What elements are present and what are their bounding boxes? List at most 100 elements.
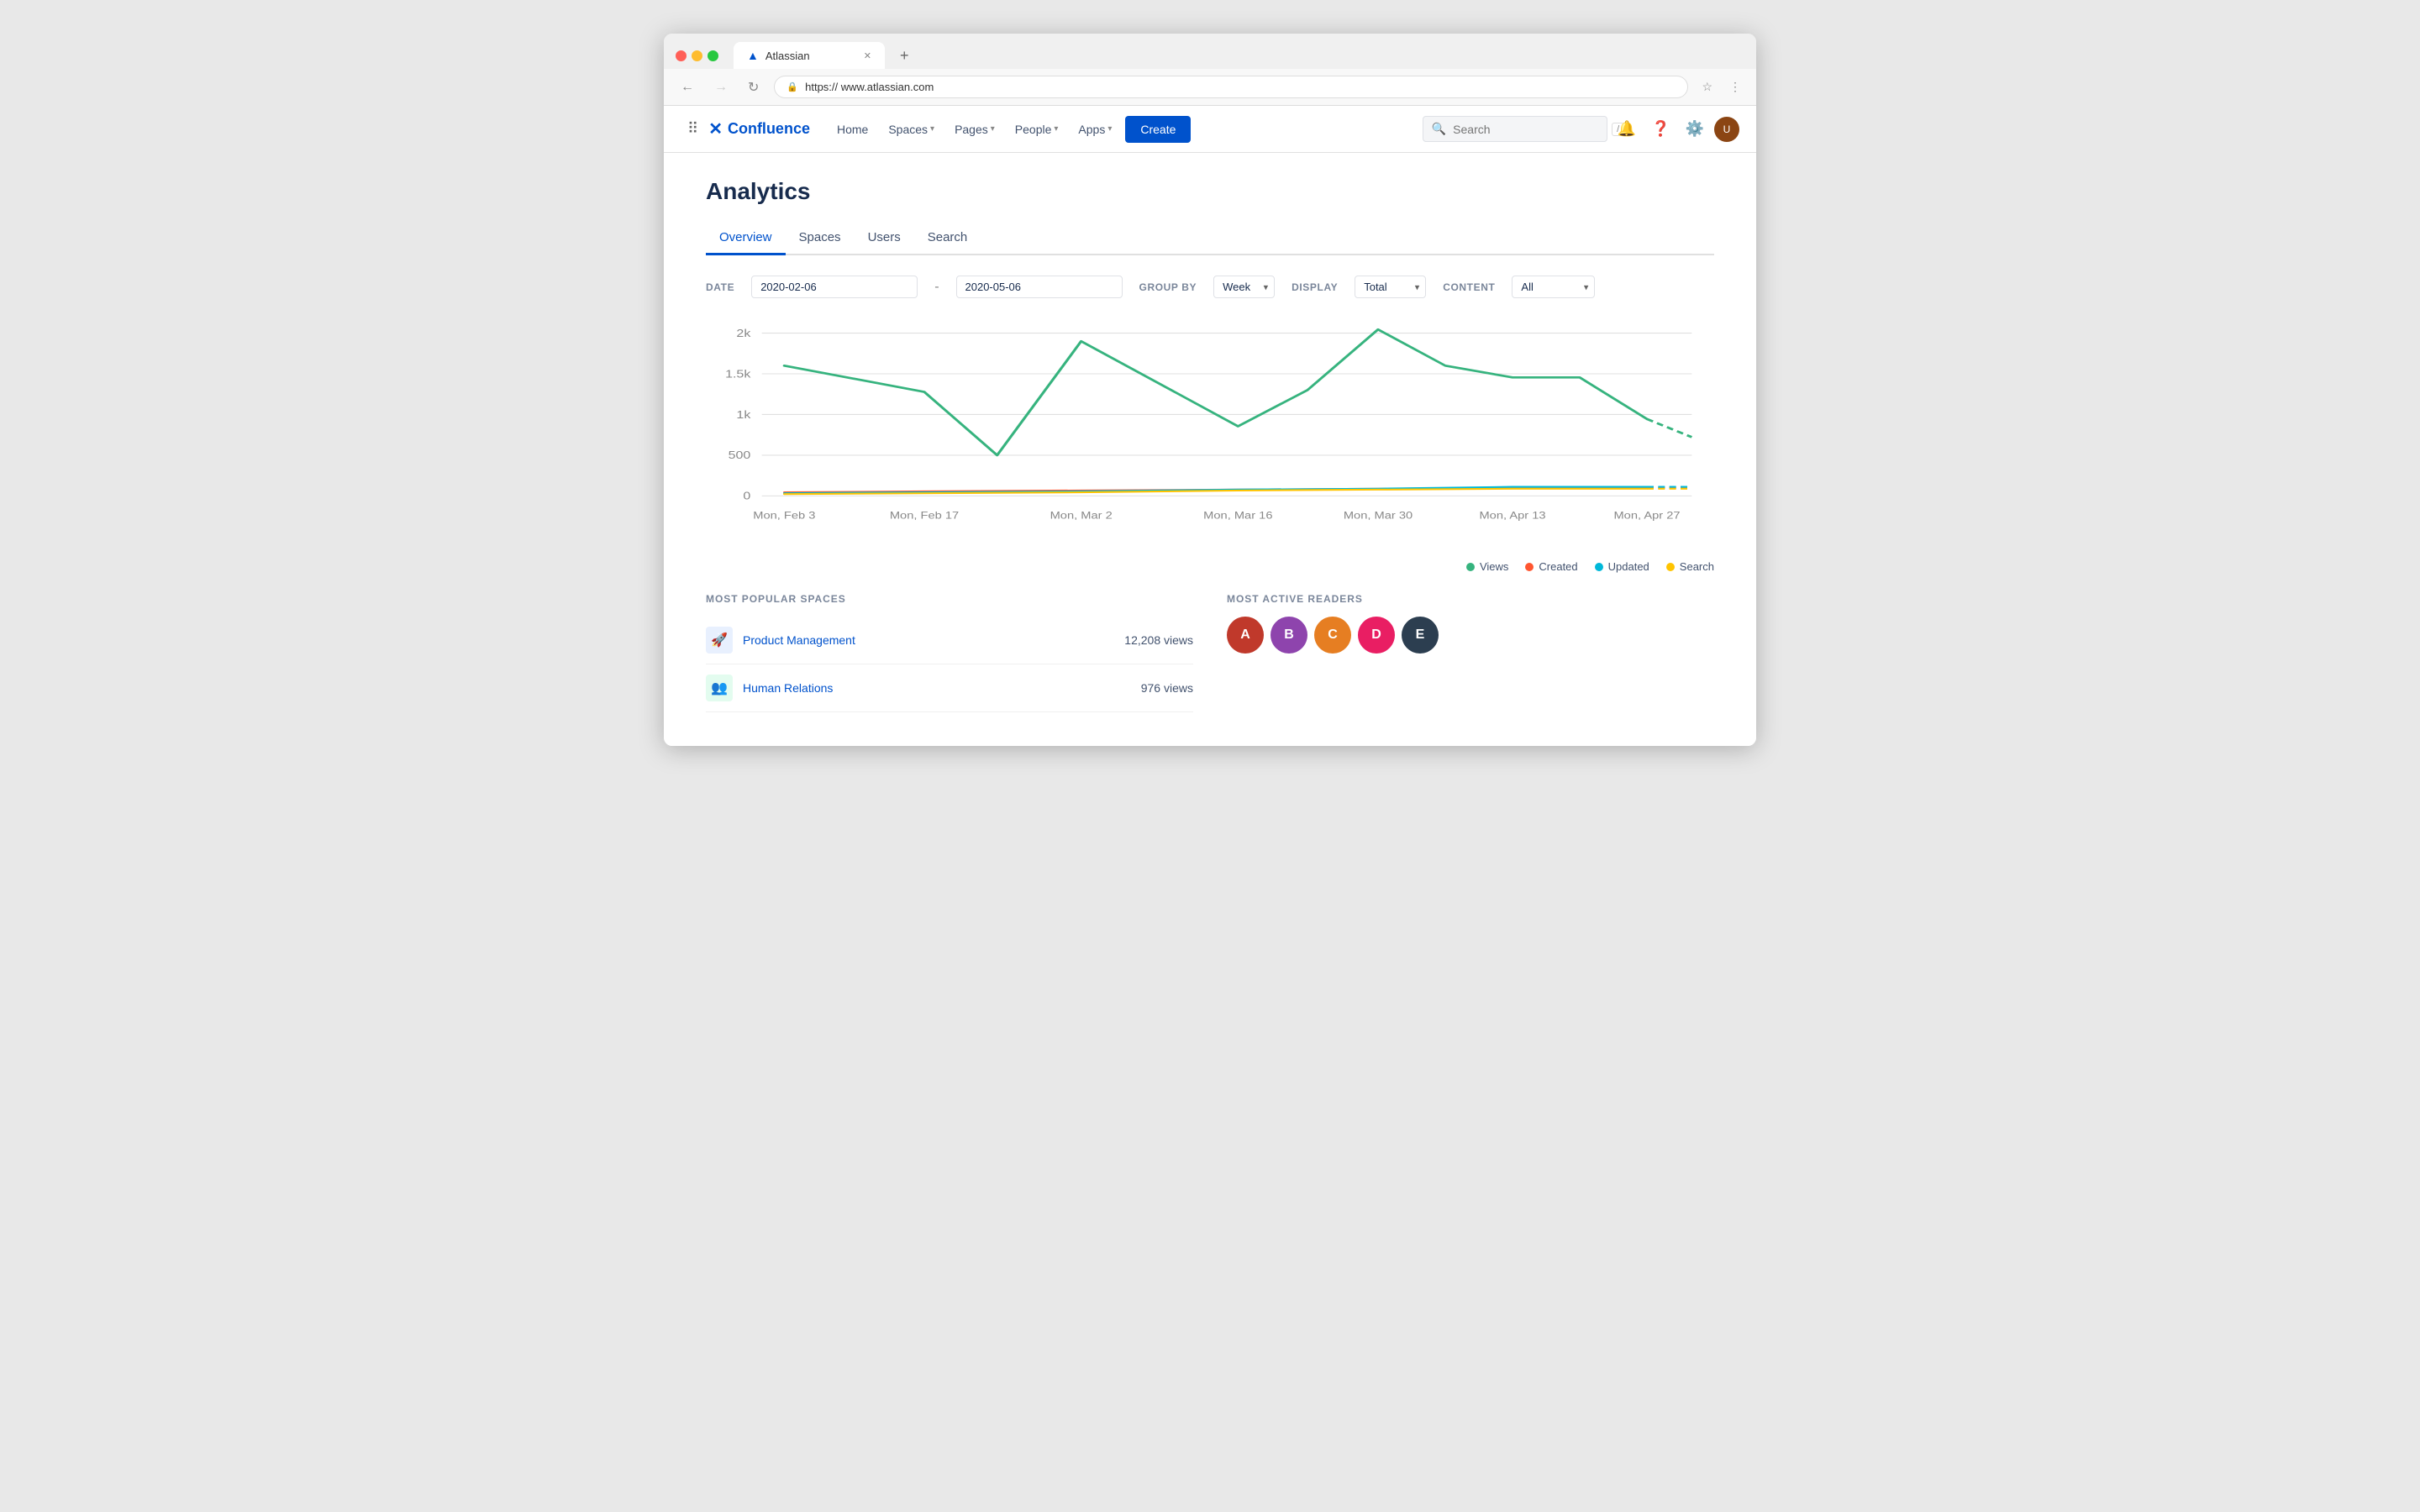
created-dot [1525,563,1534,571]
tab-search[interactable]: Search [914,222,981,255]
space-icon-pm: 🚀 [706,627,733,654]
lock-icon: 🔒 [786,81,798,92]
tab-overview[interactable]: Overview [706,222,786,255]
svg-text:Mon, Feb 17: Mon, Feb 17 [890,510,959,521]
search-dot [1666,563,1675,571]
page-title: Analytics [706,178,1714,205]
create-button[interactable]: Create [1125,116,1191,143]
url-text: https:// www.atlassian.com [805,81,1676,93]
svg-text:Mon, Mar 2: Mon, Mar 2 [1050,510,1113,521]
nav-pages-label: Pages [955,123,988,136]
more-options-icon[interactable]: ⋮ [1726,78,1744,96]
display-select[interactable]: Total Average [1355,276,1426,298]
popular-spaces-title: MOST POPULAR SPACES [706,593,1193,605]
bottom-sections: MOST POPULAR SPACES 🚀 Product Management… [706,593,1714,712]
confluence-logo-icon: ✕ [708,118,723,139]
chevron-down-icon: ▾ [1054,124,1058,134]
chart-legend: Views Created Updated Search [706,560,1714,573]
address-bar[interactable]: 🔒 https:// www.atlassian.com [774,76,1688,98]
reader-avatar-2[interactable]: B [1270,617,1307,654]
content-select-wrap: All Pages Blog Posts [1512,276,1595,298]
group-by-select[interactable]: Week Day Month [1213,276,1275,298]
nav-home[interactable]: Home [827,106,878,153]
minimize-button[interactable] [692,50,702,61]
svg-text:0: 0 [743,491,750,502]
bookmark-icon[interactable]: ☆ [1698,78,1716,96]
help-button[interactable]: ❓ [1646,115,1675,143]
svg-text:2k: 2k [736,328,751,339]
legend-updated-label: Updated [1608,560,1649,573]
legend-created-label: Created [1539,560,1577,573]
display-label: DISPLAY [1292,281,1338,293]
chevron-down-icon: ▾ [1107,124,1112,134]
nav-home-label: Home [837,123,868,136]
group-by-label: GROUP BY [1139,281,1197,293]
search-input[interactable] [1453,123,1605,136]
tab-spaces[interactable]: Spaces [786,222,855,255]
reload-button[interactable]: ↻ [743,77,764,97]
date-separator: - [934,280,939,295]
date-from-input[interactable] [751,276,918,298]
nav-links: Home Spaces ▾ Pages ▾ People ▾ Apps ▾ [827,106,1122,153]
date-filter-label: DATE [706,281,734,293]
reader-avatar-4[interactable]: D [1358,617,1395,654]
nav-people[interactable]: People ▾ [1005,106,1069,153]
nav-spaces[interactable]: Spaces ▾ [878,106,944,153]
user-avatar[interactable]: U [1714,117,1739,142]
confluence-logo[interactable]: ✕ Confluence [708,118,810,139]
nav-pages[interactable]: Pages ▾ [944,106,1005,153]
browser-tab[interactable]: ▲ Atlassian ✕ [734,42,885,69]
readers-avatars: A B C D E [1227,617,1714,654]
nav-apps[interactable]: Apps ▾ [1068,106,1122,153]
tab-close-button[interactable]: ✕ [864,50,871,61]
legend-updated: Updated [1595,560,1649,573]
chart-svg: 2k 1.5k 1k 500 0 Mon, Feb 3 Mon, Feb 17 … [706,315,1714,550]
legend-views: Views [1466,560,1508,573]
atlassian-favicon-icon: ▲ [747,49,759,62]
most-popular-spaces: MOST POPULAR SPACES 🚀 Product Management… [706,593,1193,712]
new-tab-button[interactable]: + [893,44,916,68]
svg-text:Mon, Apr 13: Mon, Apr 13 [1479,510,1545,521]
space-name-pm[interactable]: Product Management [743,633,855,647]
svg-text:1.5k: 1.5k [725,369,751,381]
tab-users[interactable]: Users [855,222,914,255]
svg-text:Mon, Mar 16: Mon, Mar 16 [1203,510,1272,521]
content-select[interactable]: All Pages Blog Posts [1512,276,1595,298]
reader-avatar-1[interactable]: A [1227,617,1264,654]
space-item-hr: 👥 Human Relations 976 views [706,664,1193,712]
app-navbar: ⠿ ✕ Confluence Home Spaces ▾ Pages ▾ Peo… [664,106,1756,153]
display-select-wrap: Total Average [1355,276,1426,298]
content-filter-label: CONTENT [1443,281,1495,293]
space-views-hr: 976 views [1141,681,1193,695]
nav-right: 🔍 / 🔔 ❓ ⚙️ U [1423,115,1739,143]
space-name-hr[interactable]: Human Relations [743,681,833,695]
most-active-readers: MOST ACTIVE READERS A B C D E [1227,593,1714,712]
space-icon-hr: 👥 [706,675,733,701]
chevron-down-icon: ▾ [930,124,934,134]
svg-text:Mon, Apr 27: Mon, Apr 27 [1613,510,1680,521]
legend-created: Created [1525,560,1577,573]
notifications-button[interactable]: 🔔 [1612,115,1641,143]
svg-text:1k: 1k [736,409,751,421]
close-button[interactable] [676,50,687,61]
back-button[interactable]: ← [676,78,699,97]
settings-button[interactable]: ⚙️ [1681,115,1709,143]
reader-avatar-3[interactable]: C [1314,617,1351,654]
analytics-chart: 2k 1.5k 1k 500 0 Mon, Feb 3 Mon, Feb 17 … [706,315,1714,550]
logo-text: Confluence [728,120,810,138]
legend-search-label: Search [1680,560,1714,573]
reader-avatar-5[interactable]: E [1402,617,1439,654]
group-by-select-wrap: Week Day Month [1213,276,1275,298]
date-to-input[interactable] [956,276,1123,298]
nav-apps-label: Apps [1078,123,1105,136]
grid-icon[interactable]: ⠿ [681,113,705,144]
space-views-pm: 12,208 views [1124,633,1193,647]
maximize-button[interactable] [708,50,718,61]
filter-bar: DATE - GROUP BY Week Day Month DISPLAY T… [706,276,1714,298]
active-readers-title: MOST ACTIVE READERS [1227,593,1714,605]
page-content: Analytics Overview Spaces Users Search D… [664,153,1756,746]
analytics-tabs: Overview Spaces Users Search [706,222,1714,255]
forward-button[interactable]: → [709,78,733,97]
global-search-bar[interactable]: 🔍 / [1423,116,1607,142]
updated-dot [1595,563,1603,571]
